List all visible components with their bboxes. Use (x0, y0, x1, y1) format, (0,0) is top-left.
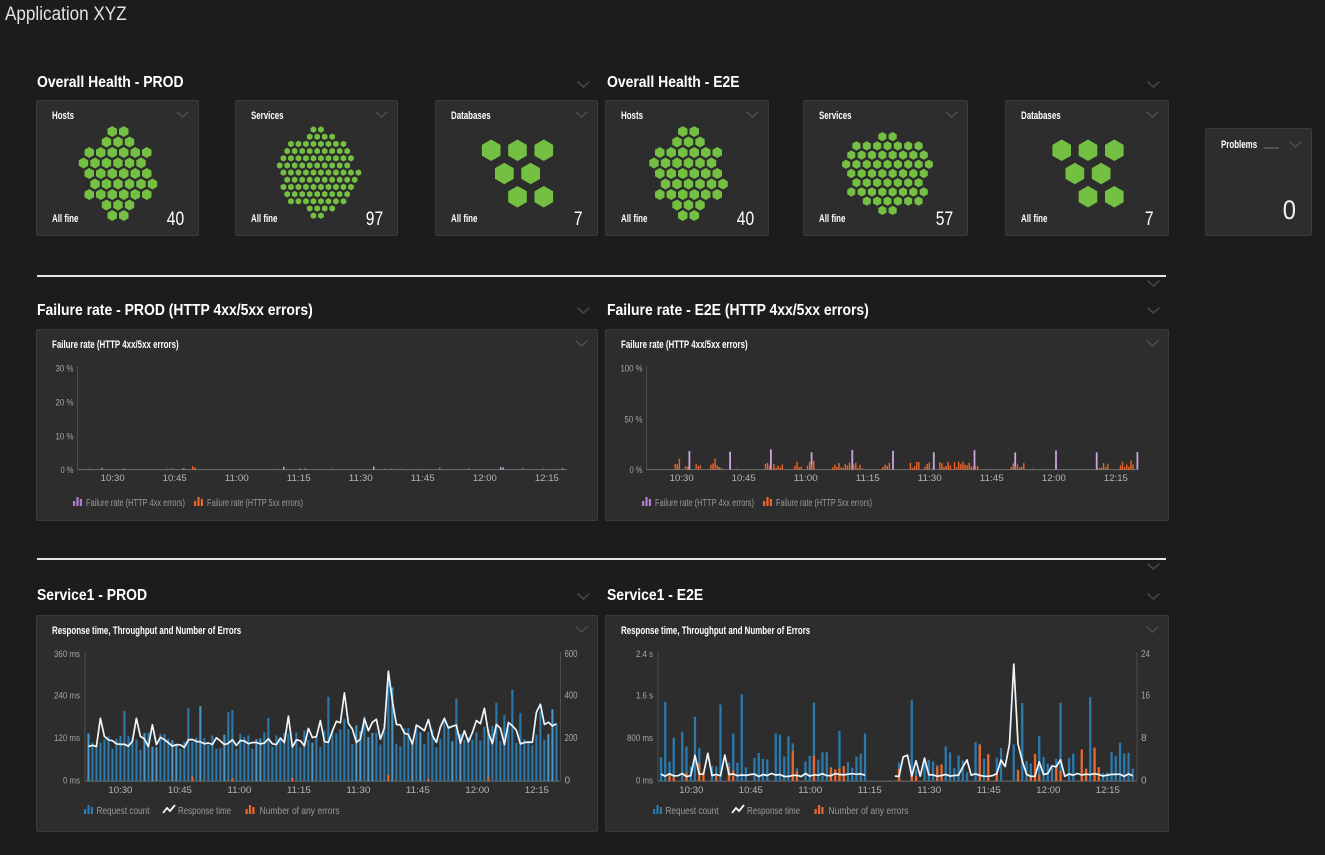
svg-text:12:00: 12:00 (465, 785, 489, 796)
svg-text:0 %: 0 % (630, 465, 643, 476)
svg-text:200: 200 (565, 733, 578, 744)
svg-text:10:45: 10:45 (739, 785, 763, 796)
svg-text:0 ms: 0 ms (636, 776, 653, 787)
svg-text:11:15: 11:15 (856, 473, 880, 484)
svg-text:11:00: 11:00 (798, 785, 822, 796)
svg-text:400: 400 (565, 691, 578, 702)
svg-text:11:15: 11:15 (287, 785, 311, 796)
svg-text:20 %: 20 % (56, 397, 74, 408)
svg-text:Number of any errors: Number of any errors (260, 805, 340, 817)
svg-text:12:15: 12:15 (525, 785, 549, 796)
svg-text:11:00: 11:00 (225, 473, 249, 484)
svg-text:10 %: 10 % (56, 431, 74, 442)
svg-text:10:30: 10:30 (679, 785, 703, 796)
svg-text:11:45: 11:45 (406, 785, 430, 796)
svg-text:30 %: 30 % (56, 364, 74, 375)
svg-text:1.6 s: 1.6 s (636, 691, 653, 702)
svg-text:12:15: 12:15 (1104, 473, 1128, 484)
svg-text:0 ms: 0 ms (63, 776, 80, 787)
svg-text:Request count: Request count (666, 805, 719, 817)
svg-text:120 ms: 120 ms (54, 733, 80, 744)
svg-text:11:00: 11:00 (227, 785, 251, 796)
svg-text:240 ms: 240 ms (54, 691, 80, 702)
svg-text:2.4 s: 2.4 s (636, 649, 653, 660)
svg-text:360 ms: 360 ms (54, 649, 80, 660)
svg-text:10:45: 10:45 (732, 473, 756, 484)
svg-text:600: 600 (565, 649, 578, 660)
svg-text:Failure rate (HTTP 4xx errors): Failure rate (HTTP 4xx errors) (86, 497, 185, 509)
svg-text:11:30: 11:30 (918, 473, 942, 484)
svg-text:24: 24 (1141, 649, 1150, 660)
svg-text:11:00: 11:00 (794, 473, 818, 484)
svg-text:0: 0 (565, 776, 571, 787)
svg-text:12:00: 12:00 (1042, 473, 1066, 484)
svg-text:11:45: 11:45 (980, 473, 1004, 484)
svg-text:800 ms: 800 ms (627, 733, 653, 744)
svg-text:11:45: 11:45 (977, 785, 1001, 796)
svg-text:11:30: 11:30 (349, 473, 373, 484)
svg-text:8: 8 (1141, 733, 1147, 744)
svg-text:16: 16 (1141, 691, 1150, 702)
svg-text:11:30: 11:30 (346, 785, 370, 796)
svg-text:Number of any errors: Number of any errors (829, 805, 909, 817)
svg-text:12:00: 12:00 (473, 473, 497, 484)
svg-text:100 %: 100 % (621, 364, 643, 375)
svg-text:10:45: 10:45 (163, 473, 187, 484)
svg-text:10:30: 10:30 (108, 785, 132, 796)
svg-text:10:30: 10:30 (101, 473, 125, 484)
svg-text:12:00: 12:00 (1036, 785, 1060, 796)
svg-text:Response time: Response time (178, 805, 231, 817)
svg-text:10:45: 10:45 (168, 785, 192, 796)
svg-text:0: 0 (1141, 776, 1147, 787)
svg-text:11:15: 11:15 (287, 473, 311, 484)
svg-text:11:30: 11:30 (917, 785, 941, 796)
svg-text:50 %: 50 % (625, 414, 643, 425)
svg-text:10:30: 10:30 (670, 473, 694, 484)
svg-text:Failure rate (HTTP 5xx errors): Failure rate (HTTP 5xx errors) (776, 497, 872, 509)
svg-text:12:15: 12:15 (1096, 785, 1120, 796)
svg-text:11:45: 11:45 (411, 473, 435, 484)
svg-text:Failure rate (HTTP 4xx errors): Failure rate (HTTP 4xx errors) (655, 497, 754, 509)
svg-text:12:15: 12:15 (535, 473, 559, 484)
svg-text:Failure rate (HTTP 5xx errors): Failure rate (HTTP 5xx errors) (207, 497, 303, 509)
svg-text:0 %: 0 % (61, 465, 74, 476)
svg-text:11:15: 11:15 (858, 785, 882, 796)
svg-text:Request count: Request count (97, 805, 150, 817)
svg-text:Response time: Response time (747, 805, 800, 817)
